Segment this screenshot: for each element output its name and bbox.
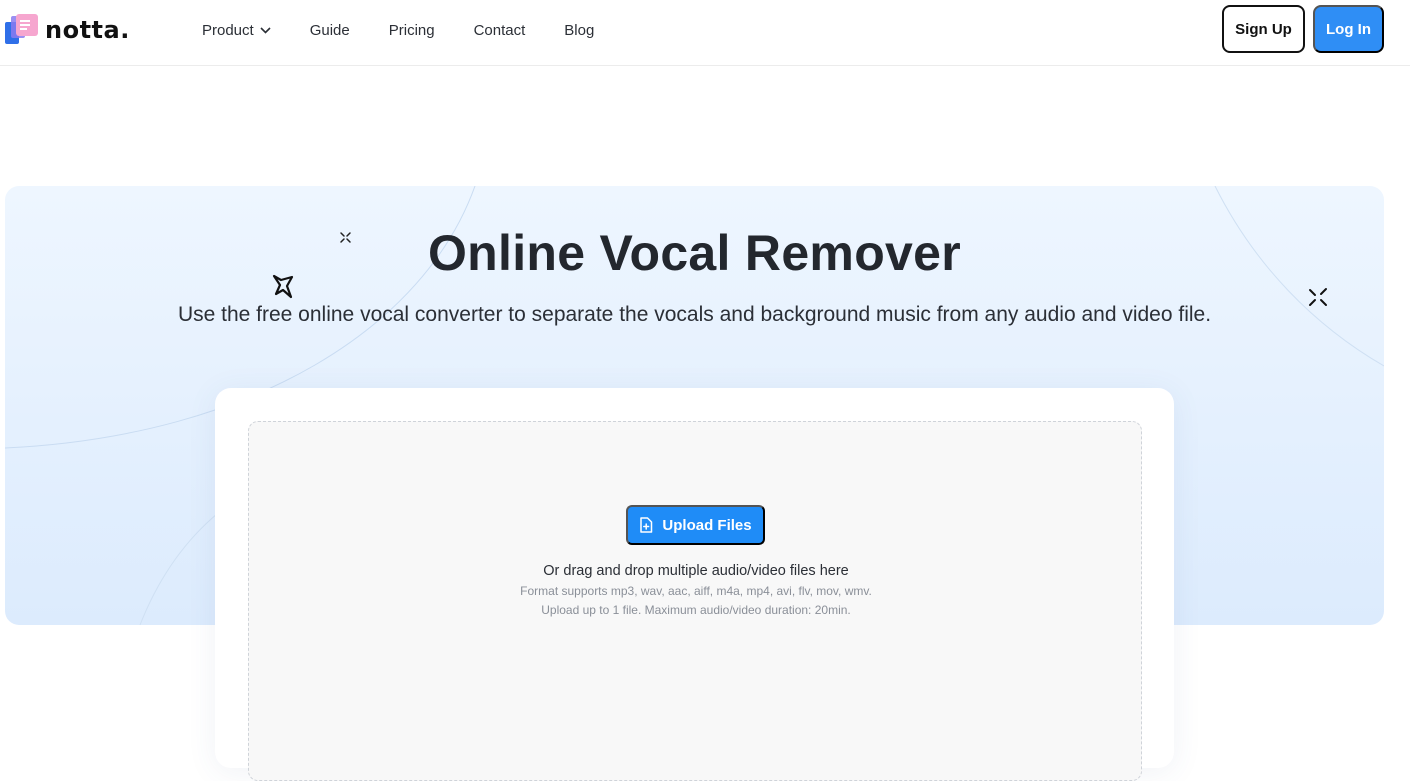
page-title: Online Vocal Remover (427, 225, 962, 281)
file-upload-icon (639, 517, 653, 533)
page-subtitle: Use the free online vocal converter to s… (177, 303, 1212, 326)
chevron-down-icon (260, 26, 271, 34)
nav-item-label: Contact (473, 21, 526, 39)
notta-logo[interactable]: notta. (5, 14, 135, 46)
notta-logo-icon (5, 14, 39, 46)
nav-item-label: Product (202, 21, 254, 39)
nav-item-guide[interactable]: Guide (310, 22, 350, 39)
nav-item-label: Pricing (388, 21, 435, 39)
upload-files-label: Upload Files (662, 516, 752, 534)
nav-item-blog[interactable]: Blog (564, 22, 594, 39)
nav-item-label: Blog (564, 21, 595, 39)
log-in-button[interactable]: Log In (1313, 5, 1384, 53)
upload-card: Upload Files Or drag and drop multiple a… (215, 388, 1174, 781)
supported-formats-text: Format supports mp3, wav, aac, aiff, m4a… (520, 584, 872, 598)
drag-drop-text: Or drag and drop multiple audio/video fi… (543, 563, 849, 579)
sign-up-button[interactable]: Sign Up (1222, 5, 1305, 53)
nav-item-contact[interactable]: Contact (474, 22, 526, 39)
site-header: notta. Product Guide Pricing Contact Blo… (0, 0, 1410, 66)
nav-item-pricing[interactable]: Pricing (389, 22, 435, 39)
upload-files-button[interactable]: Upload Files (626, 505, 765, 545)
upload-dropzone[interactable]: Upload Files Or drag and drop multiple a… (248, 421, 1142, 781)
nav-item-label: Guide (309, 21, 350, 39)
nav-item-product[interactable]: Product (202, 22, 271, 39)
upload-limit-text: Upload up to 1 file. Maximum audio/video… (541, 603, 851, 617)
main-nav: Product Guide Pricing Contact Blog (202, 0, 633, 60)
logo-wordmark: notta. (45, 16, 130, 44)
